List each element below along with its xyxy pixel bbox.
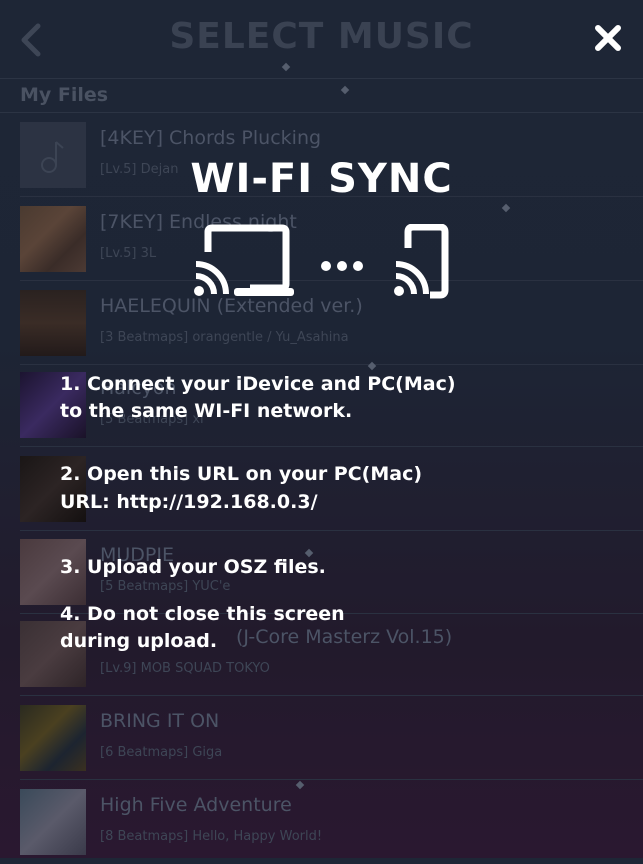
- step-2-line-1: 2. Open this URL on your PC(Mac): [60, 463, 423, 485]
- cast-laptop-icon: [194, 224, 294, 296]
- step-4-line-2: during upload.: [60, 630, 218, 652]
- step-2-url: URL: http://192.168.0.3/: [60, 491, 318, 513]
- step-4-line-1: 4. Do not close this screen: [60, 603, 345, 625]
- sync-illustration: [194, 224, 449, 299]
- wifi-sync-overlay: WI-FI SYNC 1. Connect your iDevice and P…: [0, 0, 643, 858]
- step-3: 3. Upload your OSZ files.: [60, 556, 326, 578]
- step-1-line-2: to the same WI-FI network.: [60, 400, 353, 422]
- ellipsis-icon: [321, 261, 363, 271]
- step-1-line-1: 1. Connect your iDevice and PC(Mac): [60, 373, 456, 395]
- cast-phone-icon: [394, 224, 449, 299]
- dialog-title: WI-FI SYNC: [190, 156, 453, 202]
